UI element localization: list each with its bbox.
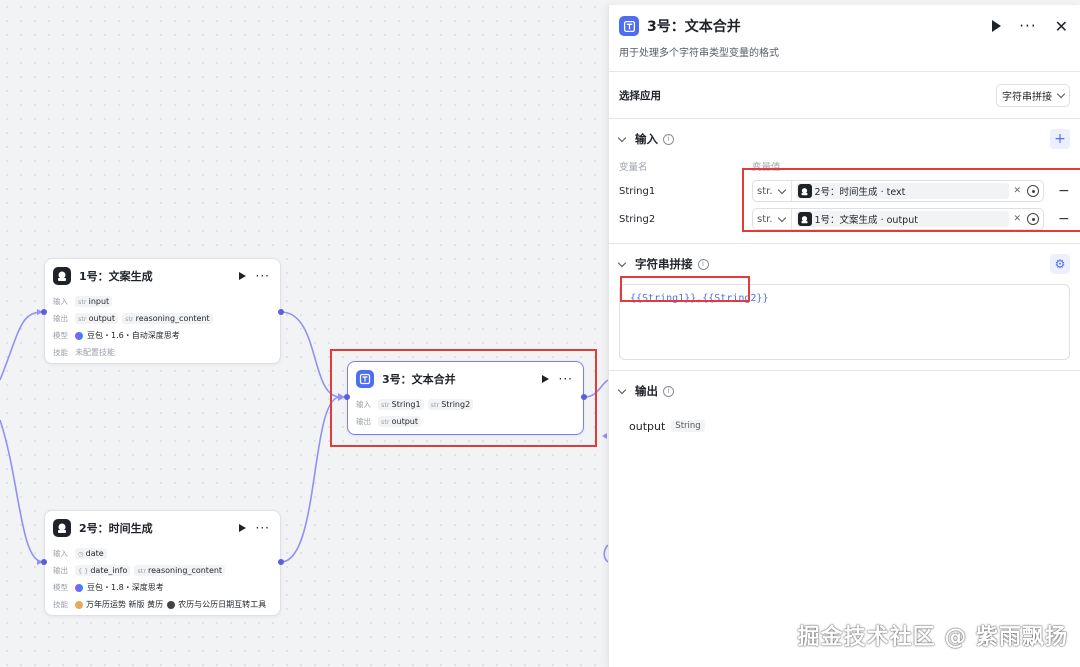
output-var: { } date_info	[75, 565, 131, 576]
node-title: 2号：时间生成	[79, 522, 153, 535]
port-in[interactable]	[41, 559, 47, 565]
info-icon[interactable]: i	[697, 258, 709, 270]
info-icon[interactable]: i	[663, 385, 674, 397]
edge-start-to-n1	[0, 311, 44, 381]
skill-convert-icon	[167, 600, 176, 609]
section-title: 输出	[635, 384, 658, 398]
input-var: ◷ date	[75, 548, 107, 559]
run-icon[interactable]	[238, 524, 246, 532]
port-out[interactable]	[278, 559, 284, 565]
node-copywriting[interactable]: 1号：文案生成 ··· 输入 str input 输出 str output str…	[44, 258, 281, 364]
settings-button[interactable]: ⚙	[1050, 254, 1070, 274]
node-config-panel: 3号：文本合并 ··· ✕ 用于处理多个字符串类型变量的格式 选择应用 字符串拼…	[608, 5, 1080, 667]
close-icon[interactable]: ✕	[1055, 17, 1068, 36]
info-icon[interactable]: i	[663, 133, 674, 145]
node-title: 1号：文案生成	[79, 270, 153, 283]
robot-icon	[53, 267, 71, 285]
model-logo-icon	[75, 331, 83, 340]
panel-description: 用于处理多个字符串类型变量的格式	[619, 48, 779, 59]
highlight-box	[620, 276, 750, 302]
section-title: 字符串拼接	[635, 257, 693, 271]
model-logo-icon	[75, 583, 83, 592]
node-time-generation[interactable]: 2号：时间生成 ··· 输入 ◷ date 输出 { } date_info str…	[44, 510, 281, 616]
highlight-box	[742, 168, 1080, 232]
output-var: str output	[75, 313, 118, 324]
watermark: 掘金技术社区 @ 紫雨飘扬	[797, 625, 1068, 650]
output-variable: output String	[609, 411, 1080, 441]
skill-calendar-icon	[75, 600, 83, 609]
app-select[interactable]: 字符串拼接	[996, 83, 1070, 107]
output-var: str reasoning_content	[134, 565, 226, 576]
more-icon[interactable]: ···	[1019, 18, 1036, 34]
input-var: str input	[75, 296, 113, 307]
section-title: 输入	[635, 132, 658, 146]
collapse-chevron-icon[interactable]	[617, 258, 627, 267]
collapse-chevron-icon[interactable]	[617, 133, 627, 142]
panel-title: 3号：文本合并	[647, 19, 741, 35]
output-var: str reasoning_content	[122, 313, 213, 324]
port-in[interactable]	[41, 309, 47, 315]
select-app-label: 选择应用	[619, 89, 661, 102]
more-icon[interactable]: ···	[256, 270, 270, 282]
run-icon[interactable]	[992, 20, 1002, 32]
text-merge-icon	[619, 16, 639, 36]
more-icon[interactable]: ···	[256, 522, 270, 534]
highlight-box	[330, 349, 597, 447]
chevron-down-icon	[1056, 89, 1066, 98]
port-out[interactable]	[278, 309, 284, 315]
run-icon[interactable]	[238, 272, 246, 280]
collapse-chevron-icon[interactable]	[617, 385, 627, 394]
edge-start-to-n2	[0, 419, 44, 563]
add-variable-button[interactable]: +	[1050, 129, 1070, 149]
robot-icon	[53, 519, 71, 537]
